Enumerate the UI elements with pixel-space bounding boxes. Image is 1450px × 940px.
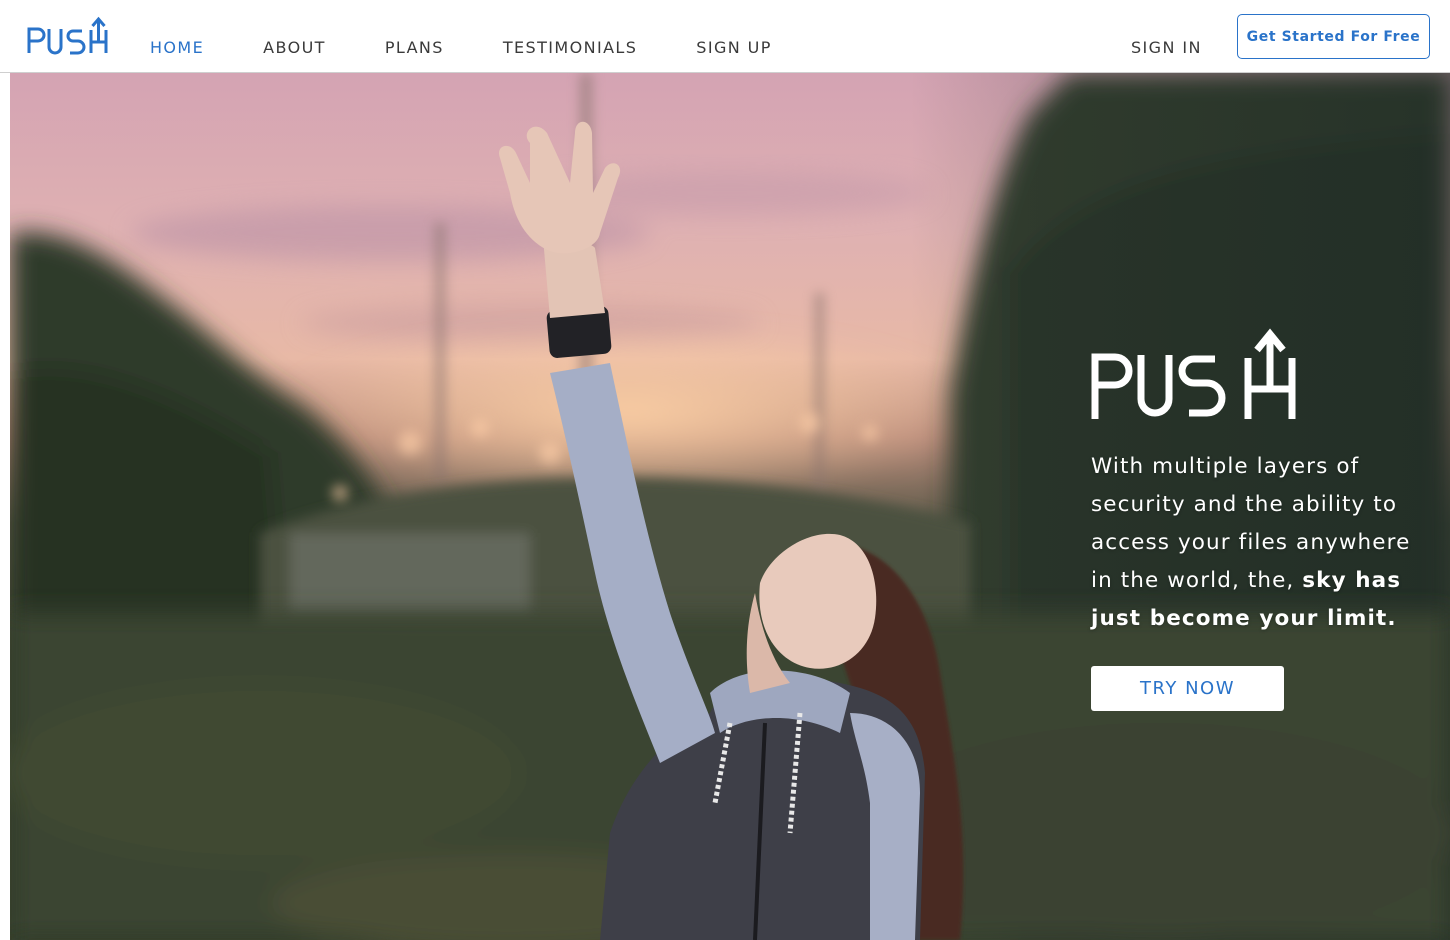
sign-in-link[interactable]: SIGN IN [1131,38,1202,57]
hero-tagline: With multiple layers of security and the… [1091,448,1431,638]
nav-about[interactable]: ABOUT [263,38,326,57]
hero-section: With multiple layers of security and the… [10,73,1450,940]
nav-testimonials[interactable]: TESTIMONIALS [503,38,637,57]
nav-home[interactable]: HOME [150,38,204,57]
nav-plans[interactable]: PLANS [385,38,444,57]
try-now-button[interactable]: TRY NOW [1091,666,1284,711]
hero-content: With multiple layers of security and the… [1091,328,1431,711]
push-logo[interactable] [26,16,110,56]
nav-sign-up[interactable]: SIGN UP [696,38,772,57]
site-header: HOME ABOUT PLANS TESTIMONIALS SIGN UP SI… [0,0,1450,73]
push-logo-large [1091,328,1296,419]
get-started-button[interactable]: Get Started For Free [1237,14,1430,59]
main-nav: HOME ABOUT PLANS TESTIMONIALS SIGN UP [150,38,831,57]
